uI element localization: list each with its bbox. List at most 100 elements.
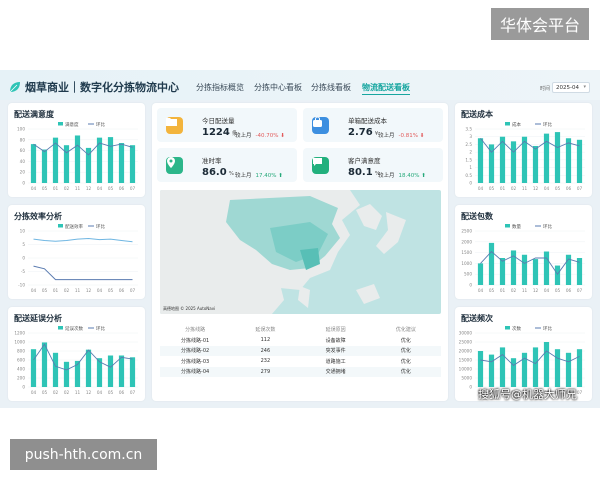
x-tick-label: 11 [75, 186, 81, 191]
delivery-map[interactable]: 高德地图 © 2025 AutoNavi [160, 190, 441, 314]
x-tick-label: 01 [53, 288, 59, 293]
kpi-label: 今日配送量 [202, 117, 235, 125]
bar [488, 354, 495, 387]
x-tick-label: 11 [75, 288, 81, 293]
dashboard: 烟草商业｜数字化分拣物流中心 分拣指标概览 分拣中心看板 分拣线看板 物流配送看… [0, 70, 600, 408]
legend-label: 数量 [512, 223, 521, 230]
y-tick-label: 200 [17, 376, 25, 381]
bar [118, 355, 125, 387]
x-tick-label: 06 [119, 186, 125, 191]
panel-cost: 配送成本 成本 环比 3.5 3 2.5 2 1.5 1 0.5 0 04 05 01 02 11 12 04 0… [455, 103, 592, 197]
y-tick-label: 600 [17, 358, 25, 363]
bar [532, 145, 539, 183]
table-row[interactable]: 分拣线路-04 279 交通拥堵 优化 [160, 366, 441, 377]
legend-swatch [505, 122, 510, 126]
x-tick-label: 11 [522, 186, 528, 191]
legend-label: 成本 [512, 121, 521, 128]
legend-label: 环比 [543, 121, 552, 128]
y-tick-label: 3.5 [465, 127, 472, 132]
bar [565, 352, 572, 387]
y-tick-label: 1.5 [465, 157, 472, 162]
x-tick-label: 04 [478, 288, 484, 293]
y-tick-label: 2.5 [465, 142, 472, 147]
tab-logistics[interactable]: 物流配送看板 [362, 82, 410, 95]
bar [554, 265, 561, 285]
kpi-compare: 较上月 17.40% ⬆ [235, 173, 283, 179]
bar [85, 349, 92, 387]
x-tick-label: 01 [53, 186, 59, 191]
y-tick-label: 0 [469, 283, 472, 288]
legend-label: 环比 [543, 325, 552, 332]
x-tick-label: 05 [42, 390, 48, 395]
x-tick-label: 07 [130, 288, 136, 293]
tab-sorting-center[interactable]: 分拣中心看板 [254, 82, 302, 93]
x-tick-label: 04 [544, 288, 550, 293]
bar [30, 144, 37, 183]
tab-sorting-line[interactable]: 分拣线看板 [311, 82, 351, 93]
x-tick-label: 01 [500, 186, 506, 191]
y-tick-label: 2500 [461, 229, 472, 234]
folder-icon [166, 117, 183, 134]
kpi-card: 今日配送量 1224 条 较上月 -40.70% ⬇ [157, 108, 297, 142]
y-tick-label: 15000 [459, 358, 473, 363]
y-tick-label: 1500 [461, 250, 472, 255]
legend-label: 环比 [96, 325, 105, 332]
legend-label: 延误次数 [65, 325, 83, 332]
bar [510, 358, 517, 387]
x-tick-label: 02 [511, 288, 517, 293]
y-tick-label: 400 [17, 367, 25, 372]
bar [532, 347, 539, 387]
x-tick-label: 12 [86, 288, 92, 293]
x-tick-label: 06 [119, 390, 125, 395]
bar [554, 132, 561, 183]
y-tick-label: 0 [469, 181, 472, 186]
date-select[interactable]: 2025-04 ▾ [552, 82, 590, 93]
table-row[interactable]: 分拣线路-01 112 设备故障 优化 [160, 335, 441, 346]
y-tick-label: 1000 [461, 261, 472, 266]
y-tick-label: 0 [22, 256, 25, 261]
tab-sorting-overview[interactable]: 分拣指标概览 [196, 82, 244, 93]
y-tick-label: 500 [464, 272, 472, 277]
legend-label: 环比 [96, 121, 105, 128]
watermark-sohu: 搜狐号@机器大师兄 [478, 388, 577, 401]
kpi-compare: 较上月 18.40% ⬆ [378, 173, 426, 179]
x-tick-label: 04 [478, 186, 484, 191]
legend-swatch [58, 122, 63, 126]
page-title: 烟草商业｜数字化分拣物流中心 [25, 81, 179, 94]
legend-swatch [505, 326, 510, 330]
bar [477, 138, 484, 183]
y-tick-label: 80 [20, 137, 26, 142]
bar [107, 137, 114, 183]
bar [543, 342, 550, 387]
legend-swatch [58, 326, 63, 330]
bar [129, 357, 136, 387]
x-tick-label: 12 [533, 288, 539, 293]
x-tick-label: 04 [97, 186, 103, 191]
map-credit: 高德地图 © 2025 AutoNavi [163, 306, 216, 311]
legend-label: 环比 [96, 223, 105, 230]
x-tick-label: 07 [577, 390, 583, 395]
bar [118, 143, 125, 183]
bar [52, 352, 59, 387]
leaf-logo-icon [9, 82, 20, 93]
bar [521, 254, 528, 285]
y-tick-label: 20 [20, 170, 26, 175]
kpi-card: 准时率 86.0% 较上月 17.40% ⬆ [157, 148, 297, 182]
watermark-top: 华体会平台 [491, 8, 589, 40]
bar [565, 138, 572, 183]
x-tick-label: 04 [31, 390, 37, 395]
x-tick-label: 05 [108, 186, 114, 191]
table-row[interactable]: 分拣线路-02 246 突发事件 优化 [160, 345, 441, 356]
x-tick-label: 02 [511, 186, 517, 191]
bar [576, 139, 583, 183]
legend-label: 次数 [512, 325, 521, 332]
bar [41, 342, 48, 387]
bar [129, 145, 136, 183]
series-line [33, 265, 133, 281]
bar [510, 141, 517, 183]
satisfaction-chart: 满意度 环比 100 80 60 40 20 0 04 05 01 02 11 12 04 05 06 07 [17, 121, 138, 191]
x-tick-label: 04 [97, 390, 103, 395]
bar [576, 349, 583, 387]
table-row[interactable]: 分拣线路-03 232 道路施工 优化 [160, 356, 441, 367]
bar [532, 259, 539, 285]
